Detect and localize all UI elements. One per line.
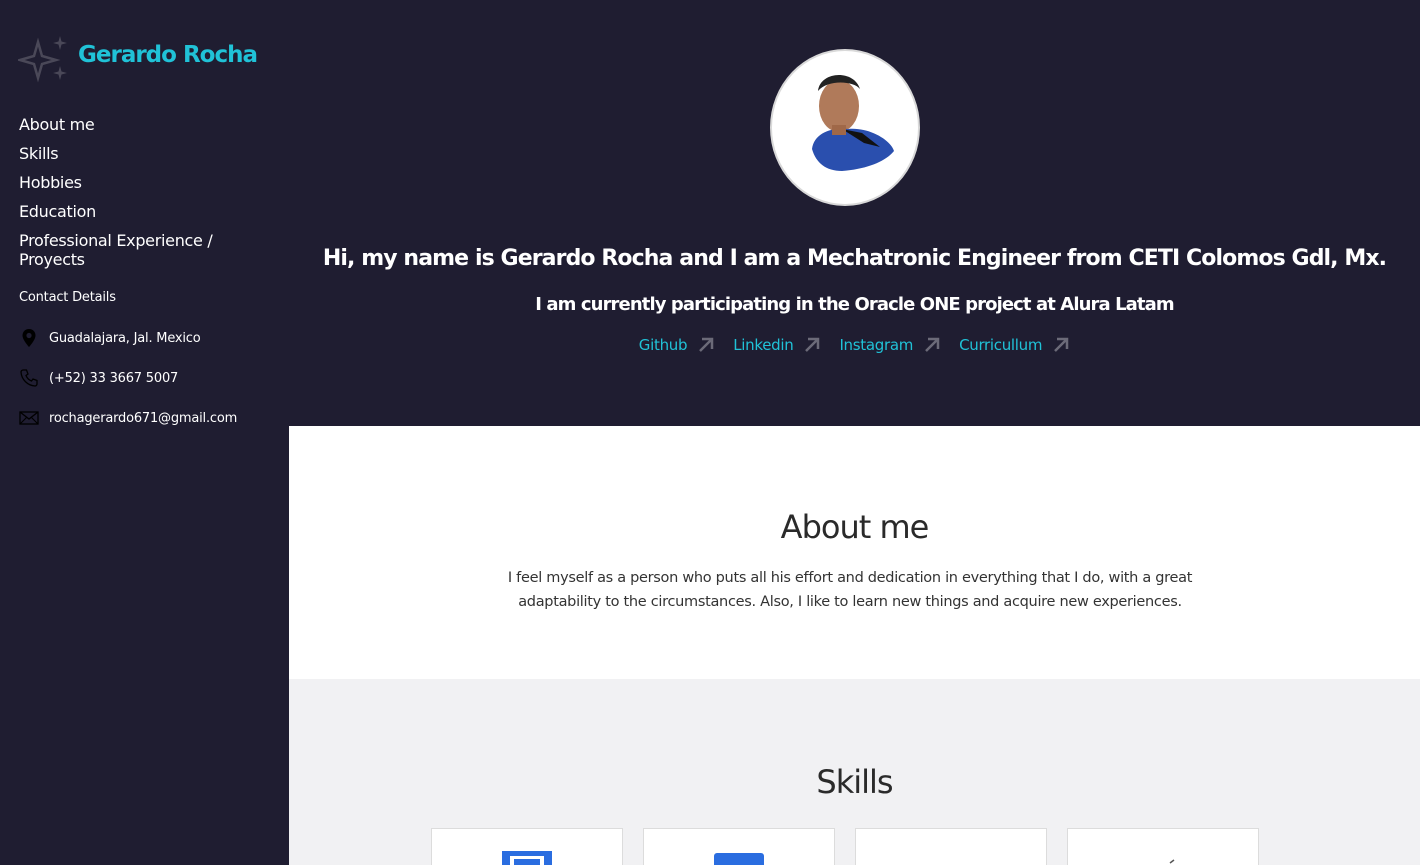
link-linkedin-label: Linkedin bbox=[733, 336, 794, 354]
contact-email-text: rochagerardo671@gmail.com bbox=[49, 410, 238, 426]
link-github-label: Github bbox=[638, 336, 688, 354]
contact-location-text: Guadalajara, Jal. Mexico bbox=[49, 330, 201, 346]
sparkles-icon bbox=[18, 36, 67, 83]
nav-item-hobbies[interactable]: Hobbies bbox=[19, 173, 269, 192]
contact-title: Contact Details bbox=[19, 290, 116, 305]
nav-item-about[interactable]: About me bbox=[19, 115, 269, 134]
skill-card bbox=[855, 828, 1047, 865]
link-instagram[interactable]: Instagram bbox=[839, 336, 941, 354]
skills-title: Skills bbox=[816, 763, 893, 801]
location-pin-icon bbox=[22, 329, 36, 347]
arrow-up-right-icon bbox=[925, 337, 940, 352]
skill-card bbox=[643, 828, 835, 865]
contact-phone-text: (+52) 33 3667 5007 bbox=[49, 370, 179, 386]
link-instagram-label: Instagram bbox=[839, 336, 914, 354]
link-curriculum-label: Curricullum bbox=[959, 336, 1043, 354]
html5-icon bbox=[502, 851, 552, 865]
nav-item-experience[interactable]: Professional Experience / Proyects bbox=[19, 231, 269, 269]
skills-section: Skills bbox=[289, 679, 1420, 865]
about-title: About me bbox=[780, 508, 930, 546]
link-curriculum[interactable]: Curricullum bbox=[959, 336, 1070, 354]
mail-icon bbox=[19, 411, 39, 425]
skill-card bbox=[1067, 828, 1259, 865]
brand-name: Gerardo Rocha bbox=[78, 42, 258, 68]
brand[interactable]: Gerardo Rocha bbox=[18, 34, 258, 84]
sidebar: Gerardo Rocha About me Skills Hobbies Ed… bbox=[0, 0, 289, 865]
skill-card bbox=[431, 828, 623, 865]
hero-section: Hi, my name is Gerardo Rocha and I am a … bbox=[289, 0, 1420, 426]
hero-subtitle: I am currently participating in the Orac… bbox=[535, 294, 1174, 315]
arrow-up-right-icon bbox=[805, 337, 820, 352]
profile-avatar bbox=[770, 49, 920, 206]
about-text: I feel myself as a person who puts all h… bbox=[507, 570, 1193, 610]
profile-photo bbox=[812, 74, 894, 171]
link-github[interactable]: Github bbox=[639, 336, 715, 354]
contact-email[interactable]: rochagerardo671@gmail.com bbox=[19, 408, 237, 428]
nav-item-skills[interactable]: Skills bbox=[19, 144, 269, 163]
nav-item-education[interactable]: Education bbox=[19, 202, 269, 221]
css3-icon bbox=[714, 853, 764, 865]
arrow-up-right-icon bbox=[699, 337, 714, 352]
skill-icon bbox=[1169, 859, 1175, 864]
social-links: Github Linkedin Instagram Curricullum bbox=[289, 336, 1420, 354]
hero-title: Hi, my name is Gerardo Rocha and I am a … bbox=[322, 246, 1387, 271]
link-linkedin[interactable]: Linkedin bbox=[733, 336, 821, 354]
about-section: About me I feel myself as a person who p… bbox=[289, 426, 1420, 679]
contact-location: Guadalajara, Jal. Mexico bbox=[19, 328, 201, 348]
contact-phone[interactable]: (+52) 33 3667 5007 bbox=[19, 368, 178, 388]
sidebar-nav: About me Skills Hobbies Education Profes… bbox=[19, 115, 269, 279]
arrow-up-right-icon bbox=[1054, 337, 1069, 352]
phone-icon bbox=[20, 369, 38, 387]
